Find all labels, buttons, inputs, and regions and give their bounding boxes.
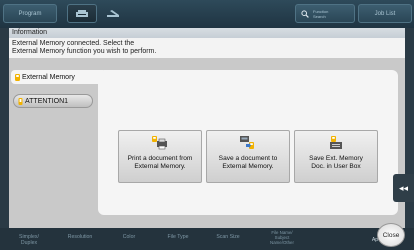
file-name-setting[interactable]: File Name/ Subject Name/Other [256, 230, 308, 245]
save-to-user-box-line2: Doc. in User Box [311, 163, 361, 170]
print-from-external-memory-line1: Print a document from [127, 155, 193, 162]
print-from-external-memory-button[interactable]: Print a document from External Memory. [118, 130, 202, 183]
main-area: External Memory ATTENTION1 Print a docum… [9, 58, 405, 228]
save-to-user-box-label: Save Ext. Memory Doc. in User Box [295, 155, 377, 171]
print-from-memory-icon [152, 136, 167, 150]
tab-attention1-label: ATTENTION1 [25, 97, 69, 105]
program-button[interactable]: Program [3, 4, 57, 23]
scanner-icon [107, 10, 119, 17]
simplex-duplex-setting[interactable]: Simplex/ Duplex [14, 234, 44, 246]
resolution-setting[interactable]: Resolution [58, 234, 102, 240]
function-panel: Print a document from External Memory. S… [98, 70, 398, 215]
save-to-user-box-line1: Save Ext. Memory [309, 155, 363, 162]
save-to-user-box-button[interactable]: Save Ext. Memory Doc. in User Box [294, 130, 378, 183]
tab-external-memory[interactable]: External Memory [11, 70, 103, 84]
fax-icon [76, 10, 88, 17]
simplex-duplex-line2: Duplex [20, 240, 38, 246]
side-panel-toggle[interactable]: ◂◂ [393, 174, 414, 202]
information-message: External Memory connected. Select the Ex… [12, 40, 156, 56]
job-list-button[interactable]: Job List [358, 4, 412, 23]
save-to-external-memory-line2: External Memory. [222, 163, 274, 170]
save-to-memory-icon [240, 136, 254, 149]
external-memory-icon [15, 73, 20, 81]
double-chevron-left-icon: ◂◂ [398, 182, 409, 193]
fax-mode-button[interactable] [67, 4, 97, 23]
print-from-external-memory-label: Print a document from External Memory. [119, 155, 201, 171]
file-type-setting[interactable]: File Type [160, 234, 196, 240]
information-panel: Information External Memory connected. S… [9, 28, 405, 58]
print-from-external-memory-line2: External Memory. [134, 163, 186, 170]
top-bar: Program Function Search Job List [0, 0, 414, 28]
information-message-line1: External Memory connected. Select the [12, 40, 135, 47]
tab-attention1[interactable]: ATTENTION1 [13, 94, 93, 108]
function-search-button[interactable]: Function Search [295, 4, 355, 23]
close-button[interactable]: Close [377, 223, 405, 247]
save-to-external-memory-line1: Save a document to [218, 155, 278, 162]
scan-size-setting[interactable]: Scan Size [210, 234, 246, 240]
information-message-line2: External Memory function you wish to per… [12, 48, 157, 55]
attention-icon [18, 97, 23, 105]
function-search-label: Function Search [313, 9, 328, 19]
information-title: Information [9, 28, 405, 38]
function-search-line1: Function [313, 8, 329, 14]
save-to-external-memory-button[interactable]: Save a document to External Memory. [206, 130, 290, 183]
save-to-external-memory-label: Save a document to External Memory. [207, 155, 289, 171]
file-name-line3: Name/Other [270, 240, 294, 245]
save-to-user-box-icon [330, 136, 342, 149]
function-search-line2: Search [313, 13, 326, 19]
tab-external-memory-label: External Memory [22, 73, 75, 81]
bottom-status-bar: Simplex/ Duplex Resolution Color File Ty… [0, 228, 414, 250]
color-setting[interactable]: Color [114, 234, 144, 240]
scan-mode-button[interactable] [100, 4, 126, 23]
search-icon [301, 9, 309, 18]
